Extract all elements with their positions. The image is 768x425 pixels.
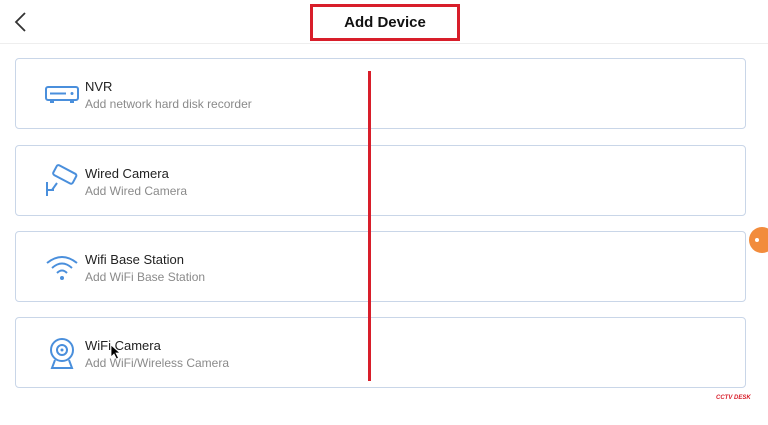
device-card-wired-camera[interactable]: Wired Camera Add Wired Camera (15, 145, 746, 216)
device-card-wifi-base-station[interactable]: Wifi Base Station Add WiFi Base Station (15, 231, 746, 302)
back-button[interactable] (8, 8, 32, 36)
annotation-red-line (368, 71, 371, 381)
device-name: Wifi Base Station (85, 252, 184, 267)
device-description: Add network hard disk recorder (85, 97, 252, 111)
wired-camera-icon (42, 162, 82, 200)
device-description: Add Wired Camera (85, 184, 188, 198)
chevron-left-icon (14, 12, 26, 32)
device-name: NVR (85, 79, 113, 94)
page-title: Add Device (344, 14, 426, 31)
header-bar: Add Device (0, 0, 768, 44)
device-card-wifi-camera[interactable]: WiFi Camera Add WiFi/Wireless Camera (15, 317, 746, 388)
device-name: WiFi Camera (85, 338, 161, 353)
floating-assist-button[interactable] (749, 227, 768, 253)
device-card-nvr[interactable]: NVR Add network hard disk recorder (15, 58, 746, 129)
webcam-icon (42, 334, 82, 372)
watermark-logo: CCTV DESK (716, 395, 751, 401)
device-description: Add WiFi/Wireless Camera (85, 356, 230, 370)
device-description: Add WiFi Base Station (85, 270, 206, 284)
device-name: Wired Camera (85, 166, 169, 181)
title-highlight-box: Add Device (310, 4, 460, 41)
wifi-icon (42, 248, 82, 286)
mouse-cursor-icon (110, 344, 122, 360)
nvr-icon (42, 75, 82, 113)
